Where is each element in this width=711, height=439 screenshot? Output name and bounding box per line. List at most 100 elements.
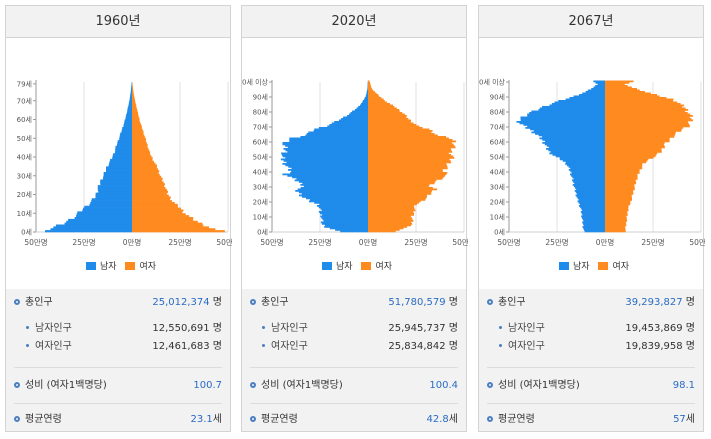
y-tick-label: 20세 xyxy=(490,198,505,207)
female-bar xyxy=(132,104,137,107)
x-tick-label: 25만명 xyxy=(641,237,664,247)
male-label: 남자인구 xyxy=(508,323,545,334)
female-bar xyxy=(132,147,149,150)
population-pyramid-chart: 50만명25만명0만명25만명50만명0세10세20세30세40세50세60세7… xyxy=(242,78,468,248)
male-bar xyxy=(121,128,132,132)
dot-icon xyxy=(262,326,265,329)
female-bar xyxy=(132,127,142,130)
total-value: 51,780,579 xyxy=(388,297,446,308)
panel-year-title: 1960년 xyxy=(6,6,230,38)
female-bar xyxy=(132,190,169,193)
female-bar xyxy=(132,230,225,233)
male-bar xyxy=(115,145,132,148)
divider xyxy=(250,367,458,368)
male-bar xyxy=(76,215,132,218)
sex-ratio-value: 98.1 xyxy=(672,380,695,391)
male-bar xyxy=(131,83,132,87)
female-bar xyxy=(132,162,156,165)
sex-ratio-label: 성비 (여자1백명당) xyxy=(498,380,580,391)
legend-female-label: 여자 xyxy=(139,262,156,272)
bullet-icon xyxy=(250,299,256,305)
female-bar xyxy=(132,179,163,182)
male-bar xyxy=(106,166,132,169)
x-tick-label: 50만명 xyxy=(216,237,232,247)
male-bar xyxy=(97,188,132,192)
male-bar xyxy=(102,177,132,180)
male-bar xyxy=(50,228,132,231)
female-bar xyxy=(132,188,167,192)
male-value: 25,945,737 xyxy=(388,323,446,334)
male-bar xyxy=(128,104,132,107)
total-label: 총인구 xyxy=(25,297,53,308)
x-tick-label: 0만명 xyxy=(359,237,378,247)
average-age-value: 23.1 xyxy=(190,414,213,425)
male-bar xyxy=(126,112,132,115)
average-age-unit: 세 xyxy=(685,414,695,425)
male-bar xyxy=(117,143,132,147)
male-bar xyxy=(76,213,132,216)
female-swatch xyxy=(361,262,372,270)
male-population-row: 남자인구 12,550,691 명 xyxy=(14,321,222,337)
bullet-icon xyxy=(14,299,20,305)
male-bar xyxy=(131,87,132,90)
y-tick-label: 50세 xyxy=(253,153,268,162)
male-bar xyxy=(91,198,132,201)
female-bar xyxy=(132,172,159,175)
male-bar xyxy=(82,209,132,212)
male-bar xyxy=(100,181,132,184)
sex-ratio-row: 성비 (여자1백명당) 100.4 xyxy=(250,378,458,394)
dot-icon xyxy=(262,344,265,347)
female-bar xyxy=(132,97,135,100)
female-bar xyxy=(132,196,171,199)
female-bar xyxy=(132,98,135,102)
total-population-row: 총인구 51,780,579 명 xyxy=(250,295,458,311)
male-swatch xyxy=(559,262,569,270)
female-bar xyxy=(132,115,139,118)
female-bar xyxy=(368,80,370,83)
female-unit: 명 xyxy=(448,341,458,352)
female-label: 여자인구 xyxy=(35,341,72,352)
male-bar xyxy=(593,80,605,83)
y-tick-label: 70세 xyxy=(17,96,32,105)
female-bar xyxy=(132,168,159,171)
population-pyramid-chart: 50만명25만명0만명25만명50만명0세10세20세30세40세50세60세7… xyxy=(479,78,705,248)
male-bar xyxy=(112,155,132,158)
y-tick-label: 90세 xyxy=(490,93,505,102)
female-bar xyxy=(132,106,137,109)
female-bar xyxy=(132,149,150,152)
male-swatch xyxy=(322,262,332,270)
y-tick-label: 10세 xyxy=(253,213,268,222)
pyramid-panel-1960: 1960년 50만명25만명0만명25만명50만명0세10세20세30세40세5… xyxy=(5,5,232,432)
female-bar xyxy=(132,170,160,173)
total-population-row: 총인구 39,293,827 명 xyxy=(487,295,695,311)
female-population-row: 여자인구 19,839,958 명 xyxy=(487,339,695,355)
female-bar xyxy=(132,87,134,90)
total-unit: 명 xyxy=(685,297,695,308)
male-bar xyxy=(129,98,132,102)
female-bar xyxy=(132,117,140,120)
male-unit: 명 xyxy=(685,323,695,334)
male-bar xyxy=(97,187,132,190)
female-bar xyxy=(132,224,204,227)
female-bar xyxy=(132,211,183,214)
average-age-value: 57 xyxy=(673,414,686,425)
male-bar xyxy=(127,106,132,109)
male-bar xyxy=(129,100,132,103)
female-bar xyxy=(132,200,172,203)
legend-female-label: 여자 xyxy=(375,262,392,272)
female-bar xyxy=(132,177,163,180)
y-tick-label: 10세 xyxy=(490,213,505,222)
y-tick-label: 30세 xyxy=(253,183,268,192)
male-bar xyxy=(105,170,132,173)
average-age-row: 평균연령 23.1세 xyxy=(14,412,222,428)
female-bar xyxy=(132,138,147,141)
female-bar xyxy=(132,217,194,220)
y-tick-label: 70세 xyxy=(253,123,268,132)
y-tick-label: 60세 xyxy=(490,138,505,147)
dot-icon xyxy=(499,326,502,329)
female-bar xyxy=(132,207,181,210)
total-unit: 명 xyxy=(212,297,222,308)
male-bar xyxy=(131,85,132,88)
female-bar xyxy=(132,228,216,231)
total-label: 총인구 xyxy=(261,297,289,308)
